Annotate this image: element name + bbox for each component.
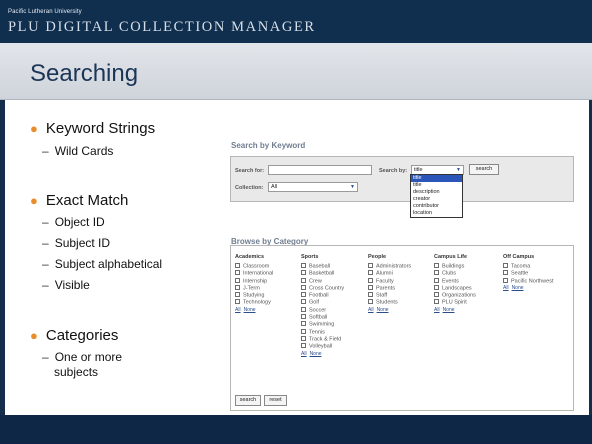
- category-checkbox[interactable]: Softball: [301, 314, 344, 321]
- category-checkbox[interactable]: Landscapes: [434, 284, 476, 292]
- category-checkbox[interactable]: Seattle: [503, 270, 554, 277]
- select-none-link[interactable]: None: [244, 307, 256, 313]
- column-title: People: [368, 254, 387, 260]
- select-all-link[interactable]: All: [301, 351, 307, 357]
- category-checkbox[interactable]: Football: [301, 292, 344, 299]
- browse-search-button[interactable]: search: [235, 395, 261, 406]
- category-column-people: People Administrators Alumni Faculty Par…: [368, 254, 411, 314]
- title-band: Searching: [0, 43, 592, 100]
- collection-select[interactable]: All ▼: [268, 182, 358, 192]
- category-checkbox[interactable]: Buildings: [434, 263, 476, 270]
- category-column-sports: Sports Baseball Basketball Crew Cross Co…: [301, 254, 344, 358]
- dropdown-option[interactable]: contributor: [411, 203, 462, 210]
- footer-bar: [0, 415, 592, 444]
- category-checkbox[interactable]: International: [235, 270, 273, 277]
- category-checkbox[interactable]: Internship: [235, 277, 273, 285]
- column-title: Academics: [235, 254, 265, 260]
- sub-bullet: – Subject ID: [42, 236, 111, 250]
- category-checkbox[interactable]: Technology: [235, 299, 273, 306]
- column-title: Off Campus: [503, 254, 535, 260]
- sub-bullet: – Subject alphabetical: [42, 257, 163, 271]
- dropdown-option[interactable]: location: [411, 210, 462, 217]
- select-all-link[interactable]: All: [503, 285, 509, 291]
- browse-reset-button[interactable]: reset: [264, 395, 287, 406]
- category-checkbox[interactable]: Classroom: [235, 263, 273, 270]
- category-checkbox[interactable]: Golf: [301, 299, 344, 306]
- category-checkbox[interactable]: Crew: [301, 277, 344, 285]
- left-border: [0, 100, 5, 415]
- category-checkbox[interactable]: Baseball: [301, 263, 344, 270]
- bullet-keyword-strings: ● Keyword Strings: [30, 120, 156, 137]
- category-column-academics: Academics Classroom International Intern…: [235, 254, 273, 314]
- category-checkbox[interactable]: Events: [434, 277, 476, 285]
- app-title: PLU DIGITAL COLLECTION MANAGER: [8, 19, 316, 35]
- select-none-link[interactable]: None: [310, 351, 322, 357]
- category-column-campus-life: Campus Life Buildings Clubs Events Lands…: [434, 254, 476, 314]
- sub-bullet-continued: subjects: [54, 365, 99, 379]
- category-checkbox[interactable]: Clubs: [434, 270, 476, 277]
- category-checkbox[interactable]: Parents: [368, 284, 411, 292]
- sub-bullet: – One or more: [42, 350, 123, 364]
- bullet-exact-match: ● Exact Match: [30, 192, 129, 209]
- university-name: Pacific Lutheran University: [8, 9, 82, 15]
- category-checkbox[interactable]: Students: [368, 299, 411, 306]
- category-checkbox[interactable]: Organizations: [434, 292, 476, 299]
- chevron-down-icon: ▼: [456, 167, 461, 173]
- bullet-dot-icon: ●: [30, 193, 38, 208]
- category-checkbox[interactable]: Track & Field: [301, 335, 344, 343]
- select-none-link[interactable]: None: [377, 307, 389, 313]
- category-checkbox[interactable]: Cross Country: [301, 284, 344, 292]
- bullet-categories: ● Categories: [30, 327, 119, 344]
- search-for-input[interactable]: [268, 165, 372, 175]
- keyword-search-box: Search for: Search by: title ▼ search Co…: [230, 156, 574, 202]
- select-all-link[interactable]: All: [434, 307, 440, 313]
- category-checkbox[interactable]: PLU Spirit: [434, 299, 476, 306]
- category-checkbox[interactable]: Studying: [235, 292, 273, 299]
- category-checkbox[interactable]: Soccer: [301, 306, 344, 314]
- category-checkbox[interactable]: Administrators: [368, 263, 411, 270]
- select-none-link[interactable]: None: [443, 307, 455, 313]
- category-checkbox[interactable]: Basketball: [301, 270, 344, 277]
- category-checkbox[interactable]: Tennis: [301, 328, 344, 336]
- search-by-dropdown-list[interactable]: title title description creator contribu…: [410, 174, 463, 218]
- bullet-dot-icon: ●: [30, 121, 38, 136]
- dropdown-option[interactable]: description: [411, 189, 462, 196]
- keyword-heading: Search by Keyword: [231, 141, 306, 150]
- slide-title: Searching: [30, 60, 139, 87]
- category-checkbox[interactable]: Staff: [368, 292, 411, 299]
- bullet-dot-icon: ●: [30, 328, 38, 343]
- select-all-link[interactable]: All: [235, 307, 241, 313]
- search-by-label: Search by:: [379, 168, 408, 174]
- browse-category-box: Academics Classroom International Intern…: [230, 245, 574, 411]
- category-checkbox[interactable]: Tacoma: [503, 263, 554, 270]
- sub-bullet: – Wild Cards: [42, 144, 114, 158]
- column-title: Campus Life: [434, 254, 468, 260]
- category-checkbox[interactable]: Pacific Northwest: [503, 277, 554, 285]
- column-title: Sports: [301, 254, 319, 260]
- select-all-link[interactable]: All: [368, 307, 374, 313]
- category-checkbox[interactable]: Faculty: [368, 277, 411, 285]
- dropdown-option[interactable]: title: [411, 182, 462, 189]
- category-checkbox[interactable]: Volleyball: [301, 343, 344, 350]
- keyword-search-button[interactable]: search: [469, 164, 499, 175]
- sub-bullet: – Object ID: [42, 215, 105, 229]
- select-none-link[interactable]: None: [512, 285, 524, 291]
- search-screenshot: Search by Keyword Search for: Search by:…: [228, 137, 583, 415]
- chevron-down-icon: ▼: [350, 184, 355, 190]
- search-for-label: Search for:: [235, 168, 265, 174]
- collection-label: Collection:: [235, 185, 264, 191]
- category-column-off-campus: Off Campus Tacoma Seattle Pacific Northw…: [503, 254, 554, 292]
- category-checkbox[interactable]: J-Term: [235, 284, 273, 292]
- dropdown-option[interactable]: title: [411, 175, 462, 182]
- sub-bullet: – Visible: [42, 278, 90, 292]
- category-checkbox[interactable]: Alumni: [368, 270, 411, 277]
- app-header: Pacific Lutheran University PLU DIGITAL …: [0, 0, 592, 43]
- category-checkbox[interactable]: Swimming: [301, 321, 344, 328]
- dropdown-option[interactable]: creator: [411, 196, 462, 203]
